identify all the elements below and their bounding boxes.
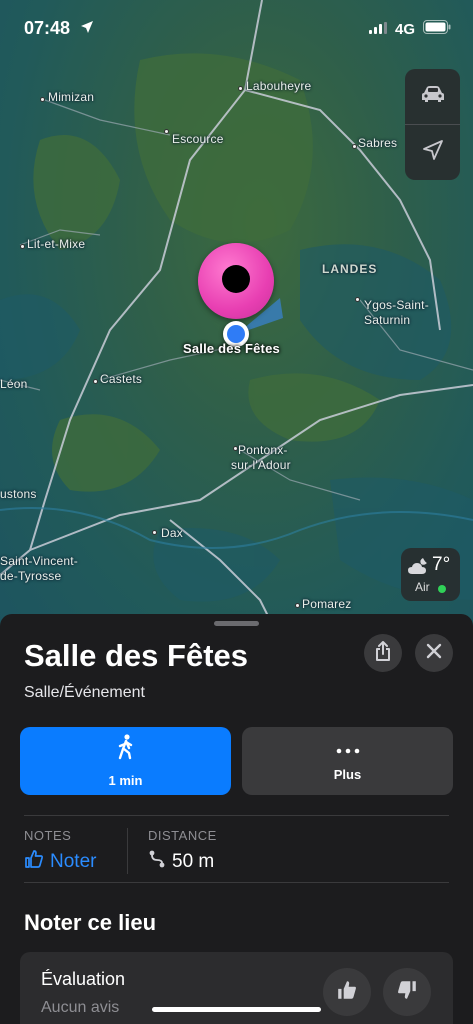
more-button[interactable]: Plus <box>242 727 453 795</box>
place-pin[interactable] <box>198 243 274 319</box>
distance-value-row: 50 m <box>148 849 217 875</box>
map-label-dax[interactable]: Dax <box>161 526 183 540</box>
town-dot <box>352 144 357 149</box>
town-dot <box>40 97 45 102</box>
map-label-mimizan[interactable]: Mimizan <box>48 90 94 104</box>
more-label: Plus <box>333 766 362 782</box>
thumbs-up-icon <box>336 979 358 1006</box>
weather-temperature: 7° <box>432 554 451 575</box>
share-icon <box>374 640 392 667</box>
map-label-ygos-line1[interactable]: Ygos-Saint- <box>364 298 429 312</box>
map-label-leon[interactable]: Léon <box>0 377 28 391</box>
rating-subtitle: Aucun avis <box>41 999 120 1016</box>
thumbs-up-icon <box>24 849 44 875</box>
notes-column: NOTES Noter <box>24 828 96 875</box>
town-dot <box>238 86 243 91</box>
map-label-ygos-line2[interactable]: Saturnin <box>364 313 410 327</box>
location-arrow-icon <box>422 139 444 166</box>
map-label-saint-vincent-line2[interactable]: de-Tyrosse <box>0 569 61 583</box>
network-type: 4G <box>394 21 415 38</box>
pin-label[interactable]: Salle des Fêtes <box>183 341 280 356</box>
map-label-lit-et-mixe[interactable]: Lit-et-Mixe <box>27 237 85 251</box>
transport-mode-button[interactable] <box>405 69 460 124</box>
map-label-landes: LANDES <box>322 262 378 276</box>
cloud-moon-icon <box>407 556 433 581</box>
town-dot <box>93 379 98 384</box>
map-label-sabres[interactable]: Sabres <box>358 136 397 150</box>
thumbs-down-icon <box>396 979 418 1006</box>
town-dot <box>152 530 157 535</box>
share-button[interactable] <box>364 634 402 672</box>
map-view[interactable]: Mimizan Labouheyre Escource Sabres Lit-e… <box>0 0 473 640</box>
map-label-ustons[interactable]: ustons <box>0 487 37 501</box>
rate-link-label: Noter <box>50 851 97 872</box>
map-label-saint-vincent-line1[interactable]: Saint-Vincent- <box>0 554 78 568</box>
thumbs-up-button[interactable] <box>323 968 371 1016</box>
pin-core <box>222 265 250 293</box>
town-dot <box>355 297 360 302</box>
divider <box>24 882 449 883</box>
map-label-pontonx-line1[interactable]: Pontonx- <box>238 443 288 457</box>
map-label-pontonx-line2[interactable]: sur-l'Adour <box>231 458 291 472</box>
divider <box>24 815 449 816</box>
close-button[interactable] <box>415 634 453 672</box>
walk-time-label: 1 min <box>108 773 143 788</box>
battery-icon <box>423 20 451 39</box>
status-bar: 07:48 4G <box>0 0 473 56</box>
distance-column: DISTANCE 50 m <box>148 828 217 875</box>
close-icon <box>426 643 442 664</box>
rate-section-title: Noter ce lieu <box>24 910 157 935</box>
signal-icon <box>368 21 387 39</box>
walk-directions-button[interactable]: 1 min <box>20 727 231 795</box>
map-label-castets[interactable]: Castets <box>100 372 142 386</box>
rate-link[interactable]: Noter <box>24 849 96 875</box>
sheet-grabber[interactable] <box>214 621 259 626</box>
town-dot <box>295 603 300 608</box>
map-label-pomarez[interactable]: Pomarez <box>302 597 351 611</box>
home-indicator[interactable] <box>152 1007 321 1012</box>
walking-icon <box>116 734 136 765</box>
rating-title: Évaluation <box>41 969 126 989</box>
map-label-labouheyre[interactable]: Labouheyre <box>246 79 311 93</box>
place-category: Salle/Événement <box>24 684 145 701</box>
location-services-icon <box>80 20 94 39</box>
status-time: 07:48 <box>24 18 71 38</box>
town-dot <box>20 244 25 249</box>
locate-me-button[interactable] <box>405 125 460 180</box>
distance-header: DISTANCE <box>148 828 217 843</box>
map-label-escource[interactable]: Escource <box>172 132 224 146</box>
more-dots-icon <box>336 741 360 759</box>
place-title: Salle des Fêtes <box>24 638 249 673</box>
car-icon <box>420 84 446 109</box>
info-separator <box>127 828 128 874</box>
town-dot <box>164 129 169 134</box>
weather-widget[interactable]: 7° Air <box>401 548 460 601</box>
air-quality-label: Air <box>415 580 430 594</box>
air-quality-indicator <box>438 585 446 593</box>
distance-value: 50 m <box>172 851 215 872</box>
route-icon <box>148 849 166 875</box>
thumbs-down-button[interactable] <box>383 968 431 1016</box>
map-controls <box>405 69 460 180</box>
notes-header: NOTES <box>24 828 72 843</box>
rating-card: Évaluation Aucun avis <box>20 952 453 1024</box>
place-card-sheet: Salle des Fêtes Salle/Événement 1 min Pl… <box>0 614 473 1024</box>
